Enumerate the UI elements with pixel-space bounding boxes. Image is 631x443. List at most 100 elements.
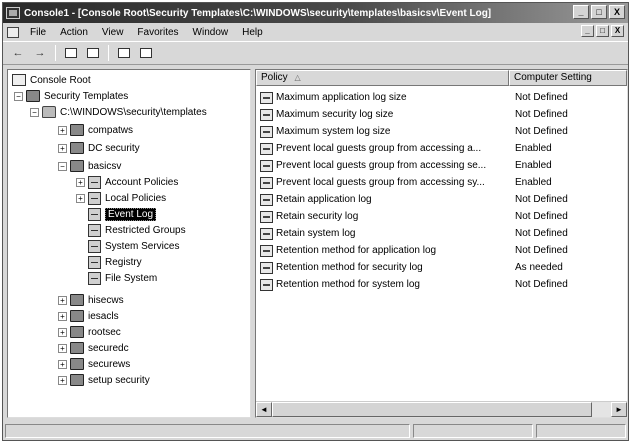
setting-cell: Enabled bbox=[515, 143, 552, 154]
tree-item-templates-folder[interactable]: − C:\WINDOWS\security\templates bbox=[30, 104, 207, 120]
menu-bar: File Action View Favorites Window Help _… bbox=[3, 23, 628, 41]
tree-item-restricted-groups[interactable]: Restricted Groups bbox=[88, 222, 186, 238]
list-item[interactable]: Maximum application log size Not Defined bbox=[256, 89, 627, 106]
expand-toggle[interactable]: + bbox=[58, 375, 67, 385]
policy-name: Prevent local guests group from accessin… bbox=[276, 160, 487, 171]
list-item[interactable]: Retention method for security log As nee… bbox=[256, 259, 627, 276]
policy-cell: Retention method for system log bbox=[256, 278, 509, 291]
column-header-label: Computer Setting bbox=[514, 72, 592, 83]
tree-item-console-root[interactable]: Console Root bbox=[12, 72, 91, 88]
forward-button[interactable]: → bbox=[31, 45, 49, 61]
tree-item-compatws[interactable]: + compatws bbox=[58, 122, 133, 138]
list-item[interactable]: Retention method for application log Not… bbox=[256, 242, 627, 259]
tree-item-label: rootsec bbox=[88, 326, 121, 338]
template-icon bbox=[70, 374, 84, 386]
title-bar[interactable]: Console1 - [Console Root\Security Templa… bbox=[3, 3, 628, 23]
menu-action[interactable]: Action bbox=[53, 27, 95, 38]
console-root-icon bbox=[12, 74, 26, 86]
system-services-icon bbox=[88, 239, 101, 253]
horizontal-scrollbar[interactable]: ◄ ► bbox=[256, 401, 627, 417]
policy-name: Prevent local guests group from accessin… bbox=[276, 143, 482, 154]
tree-item-label: Console Root bbox=[30, 74, 91, 86]
template-icon bbox=[70, 310, 84, 322]
tree-item-registry[interactable]: Registry bbox=[88, 254, 142, 270]
list-item[interactable]: Retain system log Not Defined bbox=[256, 225, 627, 242]
window-controls: _ □ X bbox=[573, 5, 625, 19]
tree-item-basicsv[interactable]: − basicsv bbox=[58, 158, 121, 174]
tree-item-system-services[interactable]: System Services bbox=[88, 238, 179, 254]
child-close-button[interactable]: X bbox=[611, 25, 624, 37]
child-minimize-button[interactable]: _ bbox=[581, 25, 594, 37]
menu-view[interactable]: View bbox=[95, 27, 131, 38]
column-header-policy[interactable]: Policy △ bbox=[256, 70, 509, 86]
policy-cell: Maximum application log size bbox=[256, 91, 509, 104]
scroll-left-button[interactable]: ◄ bbox=[256, 402, 272, 417]
menu-file[interactable]: File bbox=[23, 27, 53, 38]
tree-item-label: Security Templates bbox=[44, 90, 129, 102]
tree-item-setup-security[interactable]: + setup security bbox=[58, 372, 150, 388]
folder-icon bbox=[42, 106, 56, 118]
policy-setting-icon bbox=[260, 125, 273, 138]
help-button[interactable] bbox=[137, 45, 155, 61]
expand-toggle[interactable]: + bbox=[58, 343, 67, 353]
list-item[interactable]: Maximum system log size Not Defined bbox=[256, 123, 627, 140]
expand-toggle[interactable]: + bbox=[58, 143, 67, 153]
expand-toggle[interactable]: + bbox=[58, 311, 67, 321]
mmc-app-icon[interactable] bbox=[6, 7, 20, 19]
column-header-computer-setting[interactable]: Computer Setting bbox=[509, 70, 627, 86]
expand-toggle[interactable]: + bbox=[58, 327, 67, 337]
file-system-icon bbox=[88, 271, 101, 285]
tree-item-account-policies[interactable]: + Account Policies bbox=[76, 174, 178, 190]
setting-cell: Not Defined bbox=[515, 126, 568, 137]
expand-toggle[interactable]: + bbox=[76, 177, 85, 187]
policy-setting-icon bbox=[260, 108, 273, 121]
tree-item-rootsec[interactable]: + rootsec bbox=[58, 324, 121, 340]
policy-setting-icon bbox=[260, 193, 273, 206]
show-hide-tree-button[interactable] bbox=[84, 45, 102, 61]
tree-item-hisecws[interactable]: + hisecws bbox=[58, 292, 124, 308]
scroll-thumb[interactable] bbox=[272, 402, 592, 417]
collapse-toggle[interactable]: − bbox=[58, 161, 67, 171]
tree-item-security-templates[interactable]: − Security Templates bbox=[14, 88, 128, 104]
template-icon bbox=[70, 294, 84, 306]
export-list-button[interactable] bbox=[115, 45, 133, 61]
list-item[interactable]: Retain security log Not Defined bbox=[256, 208, 627, 225]
back-button[interactable]: ← bbox=[9, 45, 27, 61]
minimize-button[interactable]: _ bbox=[573, 5, 589, 19]
tree-item-event-log[interactable]: Event Log bbox=[88, 206, 157, 222]
menu-help[interactable]: Help bbox=[235, 27, 270, 38]
collapse-toggle[interactable]: − bbox=[14, 91, 23, 101]
menu-favorites[interactable]: Favorites bbox=[130, 27, 185, 38]
expand-toggle[interactable]: + bbox=[58, 359, 67, 369]
console-document-icon[interactable] bbox=[7, 26, 19, 38]
console-tree[interactable]: Console Root − Security Templates − C:\W… bbox=[7, 69, 251, 418]
tree-item-iesacls[interactable]: + iesacls bbox=[58, 308, 119, 324]
list-item[interactable]: Prevent local guests group from accessin… bbox=[256, 157, 627, 174]
expand-toggle[interactable]: + bbox=[76, 193, 85, 203]
up-one-level-button[interactable] bbox=[62, 45, 80, 61]
policy-list[interactable]: Policy △ Computer Setting Maximum applic… bbox=[255, 69, 628, 418]
scroll-right-button[interactable]: ► bbox=[611, 402, 627, 417]
expand-toggle[interactable]: + bbox=[58, 125, 67, 135]
scroll-track[interactable] bbox=[272, 402, 611, 417]
tree-item-file-system[interactable]: File System bbox=[88, 270, 157, 286]
tree-item-securedc[interactable]: + securedc bbox=[58, 340, 129, 356]
list-item[interactable]: Prevent local guests group from accessin… bbox=[256, 140, 627, 157]
tree-item-dc-security[interactable]: + DC security bbox=[58, 140, 140, 156]
list-item[interactable]: Retention method for system log Not Defi… bbox=[256, 276, 627, 293]
tree-item-label: securews bbox=[88, 358, 131, 370]
child-window-controls: _ □ X bbox=[581, 25, 624, 37]
expand-toggle[interactable]: + bbox=[58, 295, 67, 305]
tree-item-securews[interactable]: + securews bbox=[58, 356, 130, 372]
close-button[interactable]: X bbox=[609, 5, 625, 19]
child-restore-button[interactable]: □ bbox=[596, 25, 609, 37]
policy-cell: Prevent local guests group from accessin… bbox=[256, 142, 509, 155]
list-item[interactable]: Prevent local guests group from accessin… bbox=[256, 174, 627, 191]
collapse-toggle[interactable]: − bbox=[30, 107, 39, 117]
tree-item-local-policies[interactable]: + Local Policies bbox=[76, 190, 166, 206]
policy-setting-icon bbox=[260, 91, 273, 104]
menu-window[interactable]: Window bbox=[186, 27, 236, 38]
list-item[interactable]: Maximum security log size Not Defined bbox=[256, 106, 627, 123]
list-item[interactable]: Retain application log Not Defined bbox=[256, 191, 627, 208]
maximize-button[interactable]: □ bbox=[591, 5, 607, 19]
